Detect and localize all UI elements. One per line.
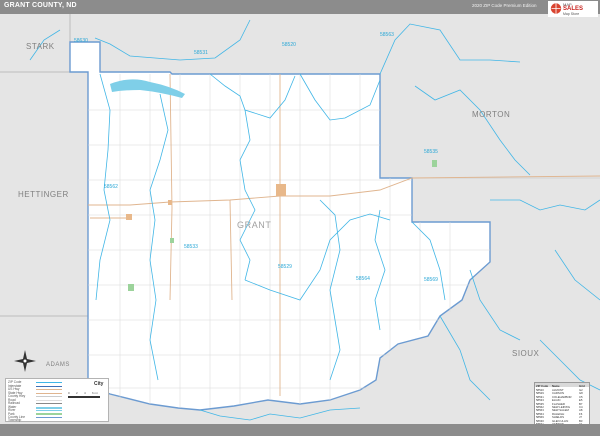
north-arrow-icon — [14, 350, 36, 372]
map-title: GRANT COUNTY, ND — [4, 2, 77, 9]
county-label-morton: MORTON — [472, 110, 511, 119]
logo-line-3: Map Store — [563, 12, 580, 16]
zip-label-58520: 58520 — [282, 42, 296, 48]
legend-line-park — [36, 413, 62, 415]
legend-line-county — [36, 417, 62, 418]
legend-scale-bar — [68, 396, 100, 398]
county-label-grant: GRANT — [237, 220, 272, 230]
legend-scale-2: 4 — [84, 391, 86, 395]
zip-label-58531: 58531 — [194, 50, 208, 56]
zip-table-header-grid: Grid — [579, 383, 585, 388]
zip-label-58563: 58563 — [380, 32, 394, 38]
county-label-sioux: SIOUX — [512, 349, 540, 358]
park-2 — [128, 284, 134, 291]
zip-label-58630: 58630 — [74, 38, 88, 44]
publisher-logo: MAP SALES Map Store — [548, 1, 598, 17]
legend-line-road — [36, 399, 62, 401]
legend-line-interstate — [36, 385, 62, 387]
map-frame: GRANT COUNTY, ND 2020 ZIP Code Premium E… — [0, 0, 600, 436]
park-3 — [170, 238, 174, 243]
zip-table-header-zip: ZIP Code — [536, 383, 549, 388]
map-edition: 2020 ZIP Code Premium Edition — [472, 3, 537, 8]
county-label-adams: ADAMS — [46, 362, 70, 368]
legend-scale-1: 2 — [76, 391, 78, 395]
logo-globe-icon — [550, 3, 562, 14]
county-label-hettinger: HETTINGER — [18, 190, 69, 199]
zip-label-58564: 58564 — [356, 276, 370, 282]
legend-line-statehwy — [36, 392, 62, 394]
elgin-town — [126, 214, 132, 220]
zip-label-58562: 58562 — [104, 184, 118, 190]
county-label-stark: STARK — [26, 42, 55, 51]
zip-table-header-name: Name — [552, 383, 560, 388]
map-canvas — [0, 14, 600, 424]
zip-code-table: ZIP Code Name Grid 58520 ALMONT G2 58529… — [534, 382, 590, 426]
zip-label-58529: 58529 — [278, 264, 292, 270]
legend-line-ushwy — [36, 389, 62, 390]
legend-line-railroad — [36, 403, 62, 404]
legend-line-countyhwy — [36, 396, 62, 397]
park-1 — [432, 160, 437, 167]
legend-scale-0: 0 — [68, 391, 70, 395]
header-bar: GRANT COUNTY, ND 2020 ZIP Code Premium E… — [0, 0, 600, 14]
legend-row: Township — [8, 418, 22, 422]
legend-line-zip — [36, 382, 62, 383]
legend-line-river — [36, 410, 62, 411]
zip-label-58533: 58533 — [184, 244, 198, 250]
carson-town — [276, 184, 286, 196]
zip-label-58535: 58535 — [424, 149, 438, 155]
new-leipzig-town — [168, 200, 172, 205]
map-legend: ZIP Code Interstate US Hwy State Hwy Cou… — [5, 378, 109, 422]
legend-city-label: City — [94, 381, 104, 387]
footer-bar — [0, 424, 600, 436]
legend-line-water — [36, 406, 62, 409]
legend-scale-3: 6 mi — [92, 391, 98, 395]
zip-label-58569: 58569 — [424, 277, 438, 283]
